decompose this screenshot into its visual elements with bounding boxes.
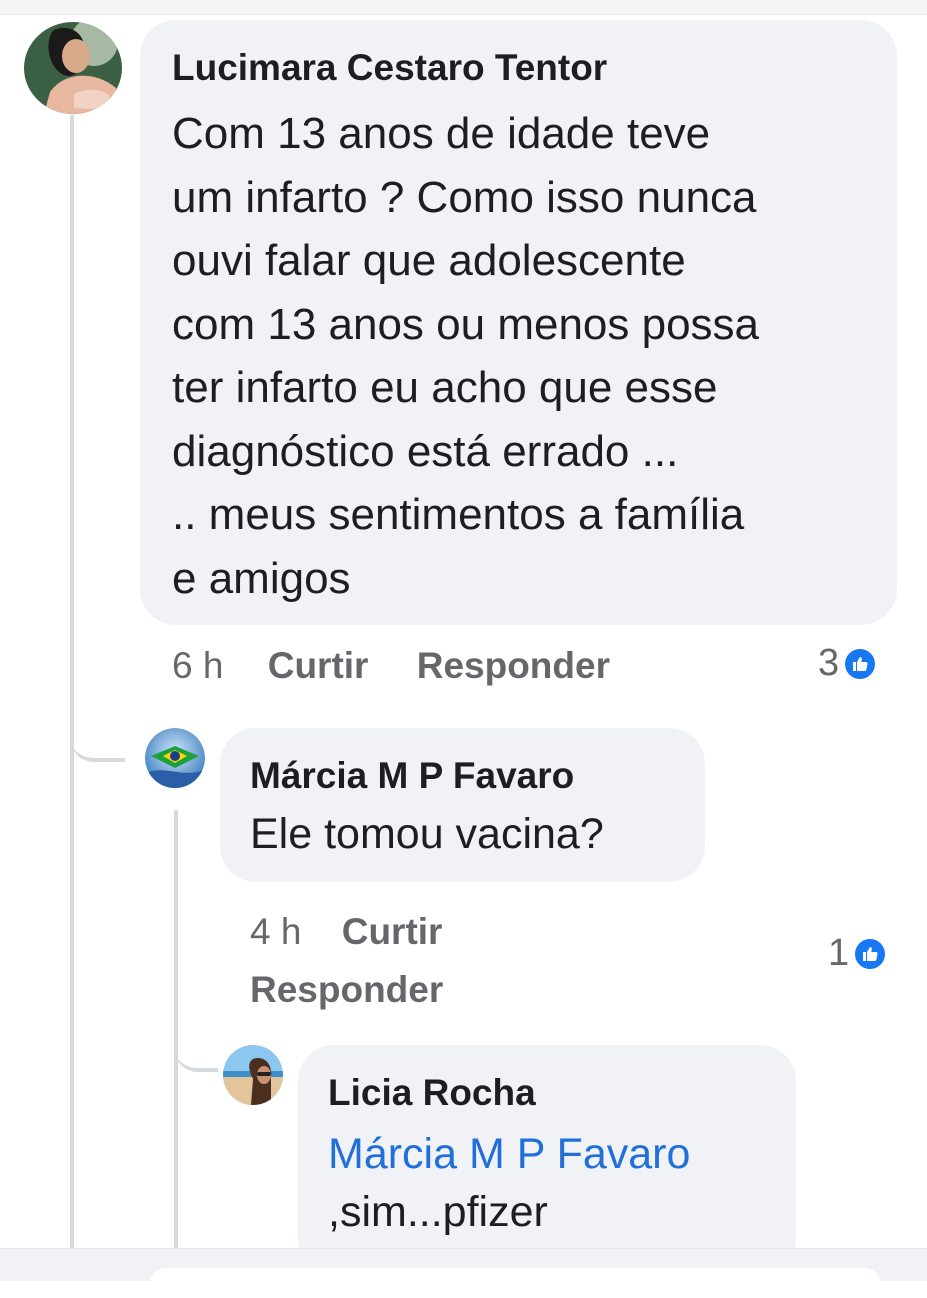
reaction-summary[interactable]: 1 [828,932,888,975]
comment-bubble[interactable]: Licia Rocha Márcia M P Favaro ,sim...pfi… [298,1045,796,1275]
reply-button[interactable]: Responder [250,969,443,1010]
like-button[interactable]: Curtir [268,645,369,686]
avatar-lucimara[interactable] [24,22,122,114]
comment-time[interactable]: 4 h [250,911,301,952]
comment-meta: 4 h Curtir Responder [250,903,443,1019]
avatar-marcia[interactable] [145,728,205,788]
thread-connector-reply-1 [70,700,125,762]
comment-author[interactable]: Márcia M P Favaro [250,752,675,800]
thread-line-main [70,115,74,1250]
comment-author[interactable]: Licia Rocha [328,1069,766,1117]
like-icon [853,936,888,971]
next-comment-bubble[interactable] [150,1268,880,1298]
top-border [0,0,927,15]
comment-text: Ele tomou vacina? [250,810,604,858]
comment-text: Com 13 anos de idade teve um infarto ? C… [172,109,760,603]
reaction-count: 1 [828,932,850,974]
thread-connector-reply-2 [174,1010,218,1072]
like-icon [843,646,878,681]
like-button[interactable]: Curtir [342,911,443,952]
avatar-licia[interactable] [223,1045,283,1105]
comment-author[interactable]: Lucimara Cestaro Tentor [172,44,867,92]
comment-text: ,sim...pfizer [328,1188,548,1236]
reply-button[interactable]: Responder [417,645,610,686]
mention-link[interactable]: Márcia M P Favaro [328,1125,766,1183]
comment-bubble[interactable]: Márcia M P Favaro Ele tomou vacina? [220,728,705,882]
comment-meta: 6 h Curtir Responder [172,644,610,688]
reaction-summary[interactable]: 3 [818,642,878,685]
comment-bubble[interactable]: Lucimara Cestaro Tentor Com 13 anos de i… [140,20,897,625]
comment-time[interactable]: 6 h [172,645,223,686]
reaction-count: 3 [818,642,840,684]
